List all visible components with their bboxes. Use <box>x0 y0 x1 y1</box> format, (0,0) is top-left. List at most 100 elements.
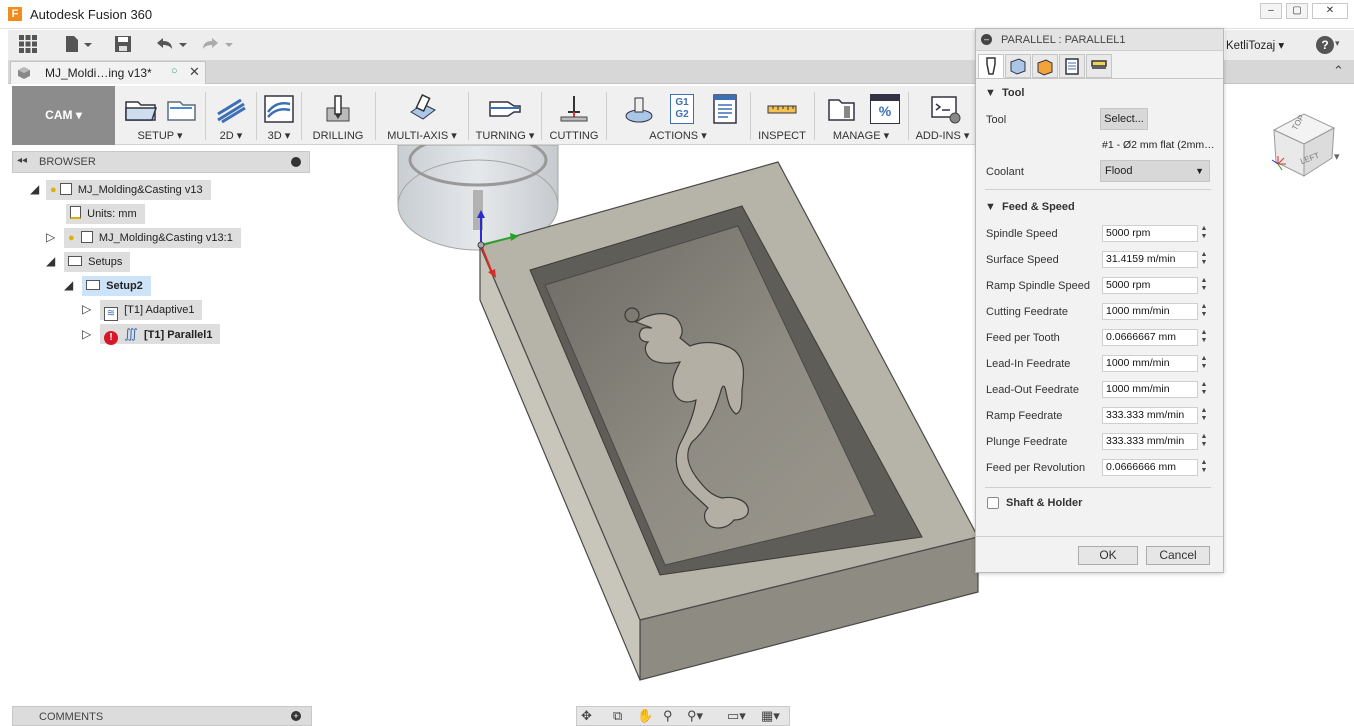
undo-icon[interactable] <box>152 35 188 55</box>
viewcube-menu-icon[interactable]: ▾ <box>1334 150 1340 163</box>
file-menu-icon[interactable] <box>62 35 94 55</box>
cutting-group[interactable]: CUTTING <box>543 86 605 145</box>
workspace-switcher[interactable]: CAM ▾ <box>12 86 115 145</box>
tree-item-adaptive1[interactable]: ▷ ≋ [T1] Adaptive1 <box>82 300 203 321</box>
param-spinner[interactable]: ▲ ▼ <box>1199 277 1209 294</box>
tree-item-root[interactable]: ◢ ● MJ_Molding&Casting v13 <box>30 180 211 200</box>
expand-triangle-icon[interactable]: ▷ <box>82 302 94 316</box>
section-divider <box>985 189 1211 190</box>
grid-settings-icon[interactable]: ▦▾ <box>761 708 780 724</box>
add-comment-icon[interactable]: + <box>291 711 301 721</box>
tree-item-setup2[interactable]: ◢ Setup2 <box>64 276 151 296</box>
param-spinner[interactable]: ▲ ▼ <box>1199 225 1209 242</box>
param-input[interactable]: 5000 rpm <box>1102 225 1198 242</box>
param-input[interactable]: 31.4159 m/min <box>1102 251 1198 268</box>
param-input[interactable]: 5000 rpm <box>1102 277 1198 294</box>
lightbulb-icon[interactable]: ● <box>50 184 57 196</box>
shaft-holder-checkbox[interactable] <box>987 497 999 509</box>
param-input[interactable]: 1000 mm/min <box>1102 303 1198 320</box>
browser-pin-icon[interactable] <box>291 157 301 167</box>
expand-triangle-icon[interactable]: ▷ <box>82 327 94 341</box>
expand-triangle-icon[interactable]: ▷ <box>46 230 58 244</box>
tab-geometry[interactable] <box>1005 54 1031 78</box>
tool-section-title: Tool <box>1002 87 1025 99</box>
tree-label: Setups <box>88 256 123 268</box>
fit-zoom-icon[interactable]: ⚲▾ <box>687 708 703 724</box>
help-icon[interactable]: ? <box>1316 36 1334 54</box>
param-spinner[interactable]: ▲ ▼ <box>1199 381 1209 398</box>
data-panel-grid-icon[interactable] <box>18 35 38 55</box>
lightbulb-icon[interactable]: ● <box>68 232 75 244</box>
body-icon <box>80 231 93 243</box>
param-spinner[interactable]: ▲ ▼ <box>1199 355 1209 372</box>
collapse-browser-icon[interactable]: ◂◂ <box>17 155 27 166</box>
param-spinner[interactable]: ▲ ▼ <box>1199 251 1209 268</box>
passes-tab-icon <box>1065 58 1079 75</box>
document-tab[interactable]: MJ_Moldi…ing v13* ○ ✕ <box>10 61 206 84</box>
display-settings-icon[interactable]: ▭▾ <box>727 708 746 724</box>
actions-group[interactable]: G1 G2 ACTIONS ▾ <box>608 86 748 145</box>
param-spinner[interactable]: ▲ ▼ <box>1199 303 1209 320</box>
tab-heights[interactable] <box>1032 54 1058 78</box>
expand-triangle-icon[interactable]: ◢ <box>30 182 42 196</box>
param-spinner[interactable]: ▲ ▼ <box>1199 459 1209 476</box>
param-input[interactable]: 1000 mm/min <box>1102 381 1198 398</box>
param-spinner[interactable]: ▲ ▼ <box>1199 329 1209 346</box>
drilling-group[interactable]: DRILLING <box>303 86 373 145</box>
maximize-button[interactable]: ▢ <box>1286 3 1308 19</box>
help-dropdown-icon[interactable]: ▾ <box>1335 38 1340 49</box>
tab-linking[interactable] <box>1086 54 1112 78</box>
browser-header[interactable]: ◂◂ BROWSER <box>12 151 310 173</box>
pan-icon[interactable]: ✋ <box>637 708 653 724</box>
add-ins-group[interactable]: ADD-INS ▾ <box>910 86 975 145</box>
close-tab-icon[interactable]: ✕ <box>189 64 200 80</box>
tab-passes[interactable] <box>1059 54 1085 78</box>
param-input[interactable]: 0.0666666 mm <box>1102 459 1198 476</box>
ok-button[interactable]: OK <box>1078 546 1138 565</box>
param-spinner[interactable]: ▲ ▼ <box>1199 407 1209 424</box>
user-account-menu[interactable]: KetliTozaj ▾ <box>1226 38 1284 52</box>
comments-panel-header[interactable]: COMMENTS + <box>12 706 312 726</box>
2d-group[interactable]: 2D ▾ <box>207 86 255 145</box>
view-cube[interactable]: TOP LEFT ▾ <box>1262 100 1348 186</box>
3d-group[interactable]: 3D ▾ <box>258 86 300 145</box>
param-label: Feed per Revolution <box>986 462 1086 474</box>
tab-tool[interactable] <box>978 54 1004 79</box>
tool-tab-icon <box>986 57 996 75</box>
tree-label: Setup2 <box>106 280 143 292</box>
dialog-header[interactable]: – PARALLEL : PARALLEL1 <box>976 29 1223 51</box>
cancel-button[interactable]: Cancel <box>1146 546 1210 565</box>
dialog-collapse-icon[interactable]: – <box>981 34 992 45</box>
minimize-button[interactable]: – <box>1260 3 1282 19</box>
param-input[interactable]: 333.333 mm/min <box>1102 407 1198 424</box>
look-at-icon[interactable]: ⧉ <box>613 708 622 724</box>
param-spinner[interactable]: ▲ ▼ <box>1199 433 1209 450</box>
manage-group[interactable]: % MANAGE ▾ <box>816 86 906 145</box>
param-input[interactable]: 0.0666667 mm <box>1102 329 1198 346</box>
turning-group[interactable]: TURNING ▾ <box>470 86 540 145</box>
tree-item-parallel1[interactable]: ▷! ∭ [T1] Parallel1 <box>82 324 221 345</box>
coolant-select[interactable]: Flood ▼ <box>1100 160 1210 182</box>
tool-section-header[interactable]: ▼ Tool <box>985 87 1024 99</box>
tree-label: MJ_Molding&Casting v13 <box>77 184 203 196</box>
tool-select-button[interactable]: Select... <box>1100 108 1148 130</box>
tree-item-units[interactable]: Units: mm <box>66 204 145 224</box>
orbit-icon[interactable]: ✥ <box>581 708 592 724</box>
param-input[interactable]: 333.333 mm/min <box>1102 433 1198 450</box>
tree-item-setups[interactable]: ◢ Setups <box>46 252 131 272</box>
param-input[interactable]: 1000 mm/min <box>1102 355 1198 372</box>
expand-triangle-icon[interactable]: ◢ <box>46 254 58 268</box>
collapse-toolbar-icon[interactable]: ⌃ <box>1333 63 1344 79</box>
inspect-group[interactable]: INSPECT <box>752 86 812 145</box>
expand-triangle-icon[interactable]: ◢ <box>64 278 76 292</box>
multi-axis-group[interactable]: MULTI-AXIS ▾ <box>377 86 467 145</box>
close-window-button[interactable]: ✕ <box>1312 3 1348 19</box>
setup-group[interactable]: SETUP ▾ <box>116 86 204 145</box>
redo-icon[interactable] <box>198 35 234 55</box>
feed-speed-section-header[interactable]: ▼ Feed & Speed <box>985 201 1075 213</box>
save-icon[interactable] <box>112 35 134 55</box>
manage-group-label: MANAGE ▾ <box>832 130 890 142</box>
zoom-icon[interactable]: ⚲ <box>663 708 673 724</box>
tree-item-body[interactable]: ▷ ● MJ_Molding&Casting v13:1 <box>46 228 241 248</box>
component-icon <box>59 183 72 195</box>
